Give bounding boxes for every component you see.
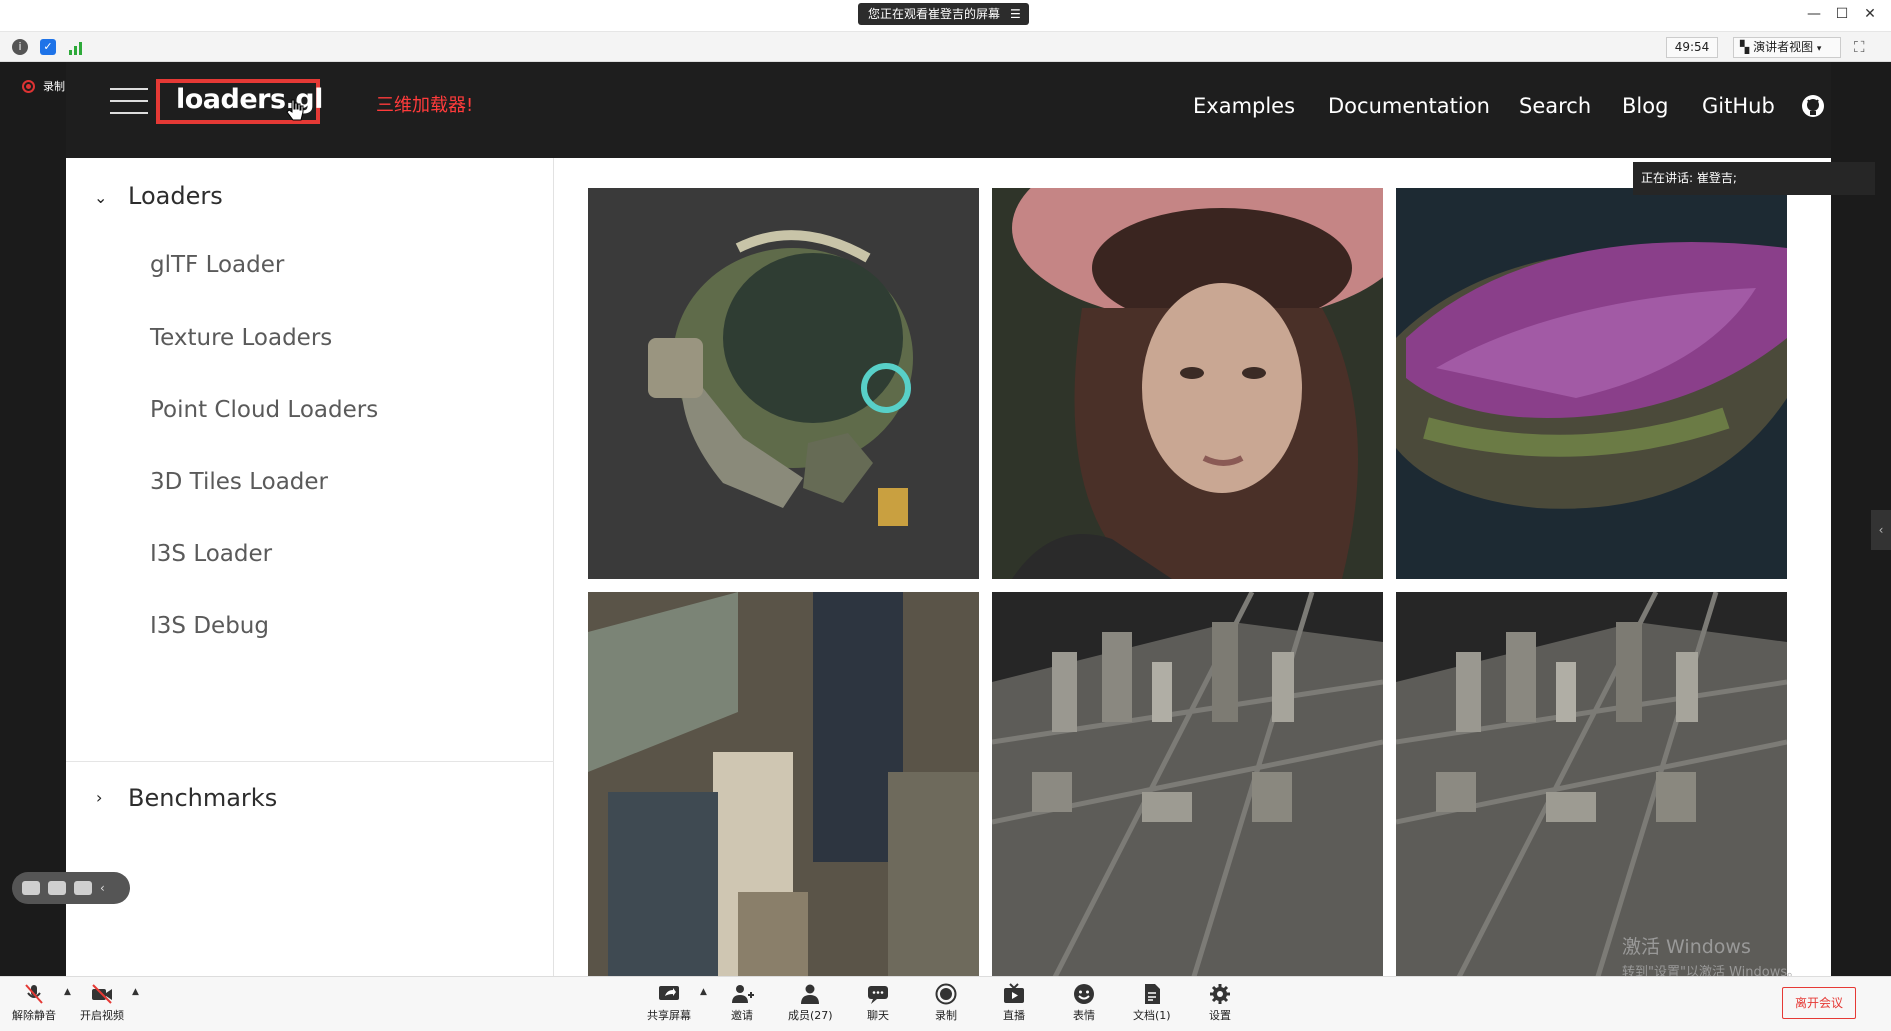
people-icon	[801, 984, 820, 1004]
shared-website: loaders.gl 三维加载器! Examples Documentation…	[66, 62, 1831, 976]
sidebar: ⌄ Loaders glTF Loader Texture Loaders Po…	[66, 158, 554, 976]
activation-watermark: 激活 Windows	[1622, 936, 1751, 958]
settings-label: 设置	[1209, 1009, 1231, 1022]
example-thumb-portrait[interactable]	[992, 188, 1383, 579]
github-icon[interactable]	[1801, 94, 1825, 118]
camera-off-icon	[92, 984, 112, 1004]
chevron-down-icon: ▾	[1816, 44, 1822, 54]
audio-options-caret-icon[interactable]: ▲	[64, 987, 71, 997]
examples-gallery	[554, 158, 1831, 976]
unmute-button[interactable]: 解除静音	[12, 983, 56, 1023]
members-label: 成员(27)	[788, 1009, 833, 1022]
chat-icon	[868, 986, 888, 1004]
shared-screen-area: 录制中 loaders.gl 三维加载器! Examples Documenta…	[0, 62, 1891, 980]
chevron-right-icon[interactable]: ›	[96, 788, 102, 807]
sidebar-section-benchmarks[interactable]: Benchmarks	[128, 784, 277, 812]
meeting-toolbar: 解除静音 ▲ 开启视频 ▲ 共享屏幕 ▲ 邀请 成员(27) 聊天 录制 直播 …	[0, 976, 1891, 1031]
shield-icon[interactable]: ✓	[40, 39, 56, 55]
invite-button[interactable]: 邀请	[730, 983, 754, 1023]
site-header: loaders.gl 三维加载器! Examples Documentation…	[66, 62, 1831, 158]
hand-cursor-icon	[286, 99, 304, 121]
layout-icon[interactable]	[22, 881, 40, 895]
share-options-caret-icon[interactable]: ▲	[700, 987, 707, 997]
nav-github[interactable]: GitHub	[1702, 94, 1775, 118]
smiley-icon	[1074, 984, 1094, 1004]
members-button[interactable]: 成员(27)	[788, 983, 833, 1023]
video-options-caret-icon[interactable]: ▲	[132, 987, 139, 997]
record-icon	[935, 983, 957, 1005]
sidebar-item-texture-loaders[interactable]: Texture Loaders	[150, 325, 332, 351]
sidebar-item-point-cloud-loaders[interactable]: Point Cloud Loaders	[150, 397, 378, 423]
nav-examples[interactable]: Examples	[1193, 94, 1295, 118]
window-titlebar: 您正在观看崔登吉的屏幕 ☰ — ☐ ✕	[0, 0, 1891, 32]
example-thumb-city-mesh[interactable]	[588, 592, 979, 976]
floating-mini-toolbar[interactable]: ‹	[12, 872, 130, 904]
documents-label: 文档(1)	[1133, 1009, 1171, 1022]
documents-button[interactable]: 文档(1)	[1133, 983, 1171, 1023]
record-label: 录制	[935, 1009, 957, 1022]
record-button[interactable]: 录制	[934, 983, 958, 1023]
invite-label: 邀请	[731, 1009, 753, 1022]
meeting-timer: 49:54	[1666, 37, 1718, 58]
share-screen-label: 共享屏幕	[647, 1009, 691, 1022]
example-thumb-3d-tiles-city-2[interactable]	[1396, 592, 1787, 976]
chat-button[interactable]: 聊天	[866, 983, 890, 1023]
meeting-infobar: i ✓ 49:54 ▚ 演讲者视图 ▾ ⛶	[0, 32, 1891, 62]
signal-icon[interactable]	[68, 40, 84, 55]
grid-icon: ▚	[1740, 40, 1750, 54]
start-video-label: 开启视频	[80, 1009, 124, 1022]
nav-search[interactable]: Search	[1519, 94, 1591, 118]
live-stream-icon	[1004, 983, 1024, 1003]
gear-icon	[1210, 984, 1230, 1004]
view-mode-dropdown[interactable]: ▚ 演讲者视图 ▾	[1733, 37, 1841, 58]
chat-label: 聊天	[867, 1009, 889, 1022]
example-thumb-3d-tiles-city[interactable]	[992, 592, 1383, 976]
collapse-panel-icon[interactable]: ‹	[1871, 510, 1891, 550]
document-icon	[1144, 984, 1160, 1004]
hamburger-menu-icon[interactable]	[110, 88, 148, 118]
minimize-button[interactable]: —	[1804, 6, 1824, 22]
info-icon[interactable]: i	[12, 39, 28, 55]
screen-share-banner[interactable]: 您正在观看崔登吉的屏幕 ☰	[858, 3, 1029, 25]
nav-documentation[interactable]: Documentation	[1328, 94, 1490, 118]
record-dot-icon	[22, 79, 35, 93]
add-person-icon	[732, 985, 754, 1003]
example-thumb-helmet[interactable]	[588, 188, 979, 579]
live-button[interactable]: 直播	[1002, 983, 1026, 1023]
share-screen-button[interactable]: 共享屏幕	[647, 983, 691, 1023]
chevron-left-icon[interactable]: ‹	[100, 881, 118, 895]
sidebar-item-gltf-loader[interactable]: glTF Loader	[150, 252, 284, 278]
example-thumb-point-cloud[interactable]	[1396, 188, 1787, 579]
reactions-label: 表情	[1073, 1009, 1095, 1022]
nav-blog[interactable]: Blog	[1622, 94, 1668, 118]
leave-meeting-button[interactable]: 离开会议	[1782, 987, 1856, 1019]
sidebar-section-loaders[interactable]: Loaders	[128, 182, 223, 210]
emoji-icon[interactable]	[48, 881, 66, 895]
share-screen-icon	[659, 986, 679, 1000]
start-video-button[interactable]: 开启视频	[80, 983, 124, 1023]
sidebar-divider	[66, 761, 554, 762]
screen-share-banner-label: 您正在观看崔登吉的屏幕	[868, 7, 1001, 21]
annotation-text: 三维加载器!	[376, 95, 474, 116]
chat-bubble-icon[interactable]	[74, 881, 92, 895]
speaking-indicator: 正在讲话: 崔登吉;	[1633, 162, 1875, 195]
maximize-button[interactable]: ☐	[1832, 6, 1852, 22]
reactions-button[interactable]: 表情	[1072, 983, 1096, 1023]
fullscreen-icon[interactable]: ⛶	[1854, 38, 1865, 56]
sidebar-item-i3s-debug[interactable]: I3S Debug	[150, 613, 269, 639]
microphone-muted-icon	[25, 984, 43, 1004]
settings-button[interactable]: 设置	[1208, 983, 1232, 1023]
live-label: 直播	[1003, 1009, 1025, 1022]
chevron-down-icon[interactable]: ⌄	[94, 188, 107, 207]
sidebar-item-i3s-loader[interactable]: I3S Loader	[150, 541, 272, 567]
menu-icon[interactable]: ☰	[1010, 3, 1021, 25]
view-mode-label: 演讲者视图	[1753, 40, 1814, 54]
close-button[interactable]: ✕	[1860, 6, 1880, 22]
unmute-label: 解除静音	[12, 1009, 56, 1022]
sidebar-item-3d-tiles-loader[interactable]: 3D Tiles Loader	[150, 469, 328, 495]
